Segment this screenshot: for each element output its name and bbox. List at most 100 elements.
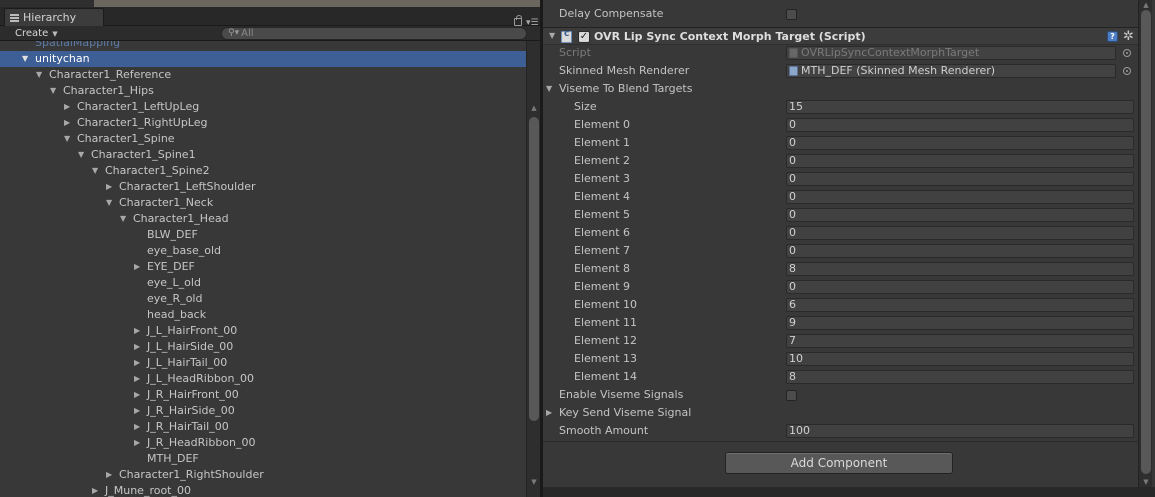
viseme-element-input[interactable]: 7 bbox=[786, 334, 1134, 348]
tree-row[interactable]: ▼ Character1_Head bbox=[0, 211, 526, 227]
smooth-amount-input[interactable]: 100 bbox=[786, 424, 1134, 438]
tree-row[interactable]: eye_L_old bbox=[0, 275, 526, 291]
tree-row[interactable]: ▼ Character1_Reference bbox=[0, 67, 526, 83]
collapsed-arrow-icon[interactable]: ▶ bbox=[134, 339, 144, 355]
tree-row[interactable]: ▶ Character1_LeftShoulder bbox=[0, 179, 526, 195]
hierarchy-tab[interactable]: Hierarchy bbox=[4, 8, 104, 26]
collapsed-arrow-icon[interactable]: ▶ bbox=[64, 115, 74, 131]
tree-row-label: J_R_HairTail_00 bbox=[147, 420, 229, 433]
tree-row[interactable]: ▶ J_L_HairFront_00 bbox=[0, 323, 526, 339]
tree-row[interactable]: ▶ J_R_HeadRibbon_00 bbox=[0, 435, 526, 451]
viseme-foldout-row[interactable]: ▼ Viseme To Blend Targets bbox=[543, 80, 1138, 98]
tree-row[interactable]: ▶ Character1_RightUpLeg bbox=[0, 115, 526, 131]
tree-row[interactable]: ▶ J_R_HairSide_00 bbox=[0, 403, 526, 419]
size-input[interactable]: 15 bbox=[786, 100, 1134, 114]
tree-row[interactable]: head_back bbox=[0, 307, 526, 323]
tree-row[interactable]: BLW_DEF bbox=[0, 227, 526, 243]
list-icon bbox=[10, 13, 19, 22]
scroll-down-icon[interactable]: ▼ bbox=[1141, 477, 1151, 487]
viseme-element-input[interactable]: 6 bbox=[786, 298, 1134, 312]
enable-viseme-checkbox[interactable] bbox=[786, 390, 797, 401]
viseme-element-input[interactable]: 0 bbox=[786, 118, 1134, 132]
collapsed-arrow-icon[interactable]: ▶ bbox=[134, 419, 144, 435]
viseme-element-input[interactable]: 0 bbox=[786, 190, 1134, 204]
foldout-arrow-icon[interactable]: ▼ bbox=[549, 31, 555, 40]
foldout-arrow-icon[interactable]: ▼ bbox=[546, 80, 552, 98]
tree-row[interactable]: ▶ J_R_HairFront_00 bbox=[0, 387, 526, 403]
tree-row[interactable]: ▼ Character1_Spine1 bbox=[0, 147, 526, 163]
tree-row[interactable]: ▼ Character1_Neck bbox=[0, 195, 526, 211]
key-send-foldout-row[interactable]: ▶ Key Send Viseme Signal bbox=[543, 404, 1138, 422]
expanded-arrow-icon[interactable]: ▼ bbox=[92, 163, 102, 179]
scrollbar-thumb[interactable] bbox=[529, 117, 539, 421]
expanded-arrow-icon[interactable]: ▼ bbox=[36, 67, 46, 83]
lock-icon[interactable] bbox=[514, 15, 522, 26]
tree-row[interactable]: ▶ J_R_HairTail_00 bbox=[0, 419, 526, 435]
tree-row[interactable]: ▶ Character1_RightShoulder bbox=[0, 467, 526, 483]
viseme-element-input[interactable]: 8 bbox=[786, 370, 1134, 384]
gear-icon[interactable]: ✲ bbox=[1123, 28, 1134, 45]
collapsed-arrow-icon[interactable]: ▶ bbox=[64, 99, 74, 115]
tree-row[interactable]: MTH_DEF bbox=[0, 451, 526, 467]
expanded-arrow-icon[interactable]: ▼ bbox=[22, 51, 32, 67]
collapsed-arrow-icon[interactable]: ▶ bbox=[134, 355, 144, 371]
viseme-element-input[interactable]: 0 bbox=[786, 244, 1134, 258]
collapsed-arrow-icon[interactable]: ▶ bbox=[134, 259, 144, 275]
expanded-arrow-icon[interactable]: ▼ bbox=[64, 131, 74, 147]
help-icon[interactable]: ? bbox=[1107, 31, 1118, 42]
collapsed-arrow-icon[interactable]: ▶ bbox=[106, 179, 116, 195]
viseme-element-input[interactable]: 0 bbox=[786, 154, 1134, 168]
scroll-up-icon[interactable]: ▲ bbox=[529, 103, 539, 113]
tree-row[interactable]: ▶ J_L_HeadRibbon_00 bbox=[0, 371, 526, 387]
viseme-element-input[interactable]: 10 bbox=[786, 352, 1134, 366]
tree-row[interactable]: ▶ J_Mune_root_00 bbox=[0, 483, 526, 497]
collapsed-arrow-icon[interactable]: ▶ bbox=[134, 387, 144, 403]
viseme-element-input[interactable]: 0 bbox=[786, 226, 1134, 240]
component-header[interactable]: ▼ ✓ OVR Lip Sync Context Morph Target (S… bbox=[543, 27, 1138, 45]
script-label: Script bbox=[559, 46, 591, 59]
skinned-mesh-object-field[interactable]: MTH_DEF (Skinned Mesh Renderer) bbox=[786, 64, 1116, 78]
inspector-scrollbar[interactable]: ▲ ▼ bbox=[1138, 0, 1152, 487]
tree-row[interactable]: ▶ Character1_LeftUpLeg bbox=[0, 99, 526, 115]
collapsed-arrow-icon[interactable]: ▶ bbox=[134, 403, 144, 419]
viseme-element-input[interactable]: 9 bbox=[786, 316, 1134, 330]
tree-row[interactable]: ▶ J_L_HairSide_00 bbox=[0, 339, 526, 355]
expanded-arrow-icon[interactable]: ▼ bbox=[106, 195, 116, 211]
collapsed-arrow-icon[interactable]: ▶ bbox=[92, 483, 102, 497]
viseme-element-row: Element 14 8 bbox=[543, 368, 1138, 386]
viseme-element-input[interactable]: 0 bbox=[786, 208, 1134, 222]
tree-row[interactable]: ▶ EYE_DEF bbox=[0, 259, 526, 275]
create-dropdown[interactable]: Create ▼ bbox=[6, 26, 68, 41]
tree-row[interactable]: ▶ J_L_HairTail_00 bbox=[0, 355, 526, 371]
viseme-element-input[interactable]: 0 bbox=[786, 136, 1134, 150]
object-picker-icon[interactable] bbox=[1123, 67, 1131, 75]
expanded-arrow-icon[interactable]: ▼ bbox=[50, 83, 60, 99]
scroll-down-icon[interactable]: ▼ bbox=[529, 477, 539, 487]
viseme-element-input[interactable]: 8 bbox=[786, 262, 1134, 276]
hierarchy-scrollbar[interactable]: ▲ ▼ bbox=[526, 41, 540, 497]
expanded-arrow-icon[interactable]: ▼ bbox=[120, 211, 130, 227]
tree-row[interactable]: ▼ Character1_Spine bbox=[0, 131, 526, 147]
foldout-arrow-icon[interactable]: ▶ bbox=[546, 404, 552, 422]
tree-row[interactable]: ▼ Character1_Hips bbox=[0, 83, 526, 99]
viseme-element-row: Element 1 0 bbox=[543, 134, 1138, 152]
viseme-element-label: Element 8 bbox=[574, 262, 631, 275]
tree-row[interactable]: SpatialMapping bbox=[0, 41, 526, 51]
tree-row[interactable]: eye_R_old bbox=[0, 291, 526, 307]
collapsed-arrow-icon[interactable]: ▶ bbox=[134, 323, 144, 339]
tree-row[interactable]: ▼ Character1_Spine2 bbox=[0, 163, 526, 179]
delay-compensate-checkbox[interactable] bbox=[786, 9, 797, 20]
tree-row-selected[interactable]: ▼ unitychan bbox=[0, 51, 526, 67]
hierarchy-search-input[interactable]: ⚲▾ All bbox=[221, 27, 527, 40]
tree-row[interactable]: eye_base_old bbox=[0, 243, 526, 259]
viseme-element-input[interactable]: 0 bbox=[786, 172, 1134, 186]
expanded-arrow-icon[interactable]: ▼ bbox=[78, 147, 88, 163]
component-enabled-checkbox[interactable]: ✓ bbox=[578, 31, 590, 43]
scrollbar-thumb[interactable] bbox=[1141, 10, 1151, 474]
collapsed-arrow-icon[interactable]: ▶ bbox=[134, 371, 144, 387]
collapsed-arrow-icon[interactable]: ▶ bbox=[134, 435, 144, 451]
viseme-element-input[interactable]: 0 bbox=[786, 280, 1134, 294]
scroll-up-icon[interactable]: ▲ bbox=[1141, 0, 1151, 10]
add-component-button[interactable]: Add Component bbox=[725, 452, 953, 474]
collapsed-arrow-icon[interactable]: ▶ bbox=[106, 467, 116, 483]
